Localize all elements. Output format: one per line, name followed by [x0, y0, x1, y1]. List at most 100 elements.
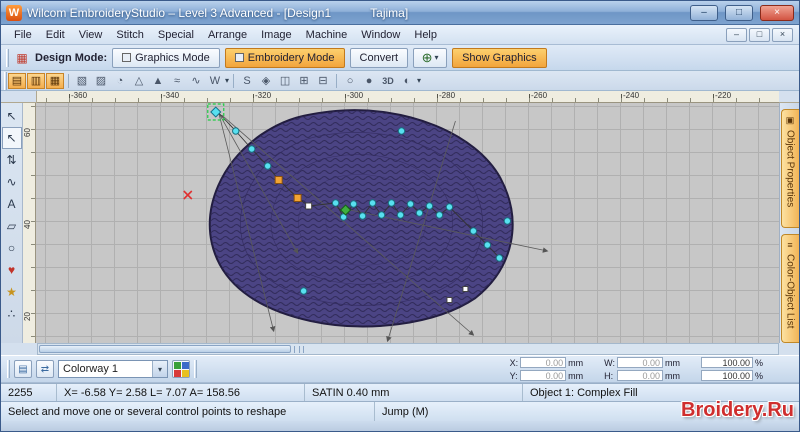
tab-object-properties[interactable]: ▣ Object Properties — [780, 109, 799, 228]
horizontal-scrollbar[interactable] — [37, 343, 779, 355]
docked-panel-tabs: ▣ Object Properties ≡ Color-Object List — [779, 103, 799, 343]
toolbar-grip[interactable] — [7, 360, 10, 378]
outline-view-icon[interactable]: ○ — [341, 73, 359, 89]
menu-edit[interactable]: Edit — [39, 27, 72, 43]
embroidery-mode-button[interactable]: Embroidery Mode — [224, 47, 345, 68]
travel-tool[interactable]: ⇅ — [2, 149, 22, 171]
w-unit: mm — [665, 357, 680, 368]
ruler-tick: 40 — [23, 220, 32, 229]
scroll-row — [1, 343, 799, 355]
satin-stitch-icon[interactable]: ▥ — [27, 72, 45, 89]
filled-view-icon[interactable]: ● — [360, 73, 378, 89]
y-field[interactable]: 0.00 — [520, 370, 567, 381]
properties-icon: ▣ — [785, 115, 795, 125]
buttonhole-icon[interactable]: ◫ — [276, 73, 294, 89]
pull-compensation-icon[interactable]: ▤ — [8, 72, 26, 89]
stitch-points-tool[interactable]: ∴ — [2, 303, 22, 325]
remove-holes-icon[interactable]: ⊟ — [314, 73, 332, 89]
show-3d-icon[interactable]: 3D — [379, 73, 397, 89]
menu-arrange[interactable]: Arrange — [201, 27, 254, 43]
menu-window[interactable]: Window — [354, 27, 407, 43]
ellipse-tool[interactable]: ○ — [2, 237, 22, 259]
w-field[interactable]: 0.00 — [617, 357, 663, 368]
menu-view[interactable]: View — [72, 27, 110, 43]
maximize-button[interactable]: □ — [725, 4, 753, 21]
menu-special[interactable]: Special — [151, 27, 201, 43]
colorway-select-value: Colorway 1 — [63, 363, 119, 375]
reshape-tool[interactable]: ↖ — [1, 127, 22, 149]
list-icon: ≡ — [787, 239, 793, 250]
mdi-close-button[interactable]: × — [772, 27, 793, 42]
x-field[interactable]: 0.00 — [520, 357, 567, 368]
splitter-grip[interactable] — [294, 346, 304, 353]
toolbar-grip[interactable] — [4, 71, 7, 90]
zigzag-stitch-icon[interactable]: ∿ — [187, 73, 205, 89]
design-document-icon[interactable]: ▤ — [14, 360, 32, 378]
h-field[interactable]: 0.00 — [617, 370, 663, 381]
scrollbar-thumb[interactable] — [39, 345, 291, 353]
star-fill-icon[interactable]: ▲ — [149, 73, 167, 89]
chevron-down-icon[interactable]: ▾ — [417, 76, 421, 85]
h-label: H: — [604, 370, 614, 381]
applique-icon[interactable]: ◈ — [257, 73, 275, 89]
tab-object-properties-label: Object Properties — [784, 130, 796, 208]
tatami-fill-icon[interactable]: ▦ — [46, 72, 64, 89]
chevron-down-icon[interactable]: ▾ — [225, 76, 229, 85]
tab-color-object-list-label: Color-Object List — [784, 253, 796, 329]
tab-color-object-list[interactable]: ≡ Color-Object List — [780, 233, 799, 343]
show-graphics-button[interactable]: Show Graphics — [452, 47, 547, 68]
hoop-globe-button[interactable]: ⊕ ▾ — [413, 47, 448, 68]
star-shape-tool[interactable]: ★ — [2, 281, 22, 303]
wave-effect-icon[interactable]: ≈ — [168, 73, 186, 89]
stitch-count: 2255 — [1, 384, 57, 401]
graphics-mode-label: Graphics Mode — [135, 51, 210, 64]
add-holes-icon[interactable]: ⊞ — [295, 73, 313, 89]
mdi-restore-button[interactable]: □ — [749, 27, 770, 42]
menu-machine[interactable]: Machine — [299, 27, 355, 43]
ruler-cap — [779, 91, 799, 103]
scale-x-field[interactable]: 100.00 — [701, 357, 753, 368]
ruler-tick: -280 — [439, 91, 456, 100]
mdi-minimize-button[interactable]: – — [726, 27, 747, 42]
motif-run-icon[interactable]: W — [206, 73, 224, 89]
contour-fill-icon[interactable]: ◔ — [111, 73, 129, 89]
toolbar-separator — [233, 73, 235, 88]
horizontal-ruler: -360 -340 -320 -300 -280 -260 -240 -220 — [37, 91, 779, 103]
toolbar-grip[interactable] — [6, 48, 9, 67]
select-tool[interactable]: ↖ — [2, 105, 22, 127]
menu-file[interactable]: File — [7, 27, 39, 43]
ruler-tick: 60 — [23, 128, 32, 137]
toolbox: ↖ ↖ ⇅ ∿ A ▱ ○ ♥ ★ ∴ — [1, 103, 23, 343]
design-canvas[interactable] — [36, 103, 779, 343]
close-button[interactable]: × — [760, 4, 794, 21]
menu-help[interactable]: Help — [407, 27, 444, 43]
trueview-icon[interactable]: ◐ — [398, 73, 416, 89]
edit-colorways-button[interactable] — [172, 360, 190, 378]
menu-bar: File Edit View Stitch Special Arrange Im… — [1, 25, 799, 45]
motif-fill-icon[interactable]: ▧ — [73, 73, 91, 89]
digitize-fill-tool[interactable]: ▱ — [2, 215, 22, 237]
scale-y-field[interactable]: 100.00 — [701, 370, 753, 381]
stem-stitch-icon[interactable]: S — [238, 73, 256, 89]
toolbar-grip[interactable] — [194, 360, 197, 378]
digitize-run-tool[interactable]: ∿ — [2, 171, 22, 193]
ruler-tick: -260 — [531, 91, 548, 100]
heart-shape-tool[interactable]: ♥ — [2, 259, 22, 281]
swap-colorway-icon[interactable]: ⇄ — [36, 360, 54, 378]
toolbar-separator — [336, 73, 338, 88]
minimize-button[interactable]: – — [690, 4, 718, 21]
fusion-fill-icon[interactable]: △ — [130, 73, 148, 89]
design-canvas-svg — [183, 103, 549, 343]
lettering-tool[interactable]: A — [2, 193, 22, 215]
program-split-icon[interactable]: ▨ — [92, 73, 110, 89]
app-icon: W — [6, 4, 22, 21]
menu-image[interactable]: Image — [254, 27, 299, 43]
menu-stitch[interactable]: Stitch — [109, 27, 151, 43]
stitch-end-marker — [183, 190, 193, 200]
convert-button[interactable]: Convert — [349, 47, 409, 68]
colorway-select[interactable]: Colorway 1 ▾ — [58, 360, 168, 378]
current-stitch-info: SATIN 0.40 mm — [305, 384, 523, 401]
graphics-mode-button[interactable]: Graphics Mode — [112, 47, 220, 68]
chevron-down-icon[interactable]: ▾ — [152, 361, 167, 377]
design-mode-toolbar: ▦ Design Mode: Graphics Mode Embroidery … — [1, 45, 799, 71]
